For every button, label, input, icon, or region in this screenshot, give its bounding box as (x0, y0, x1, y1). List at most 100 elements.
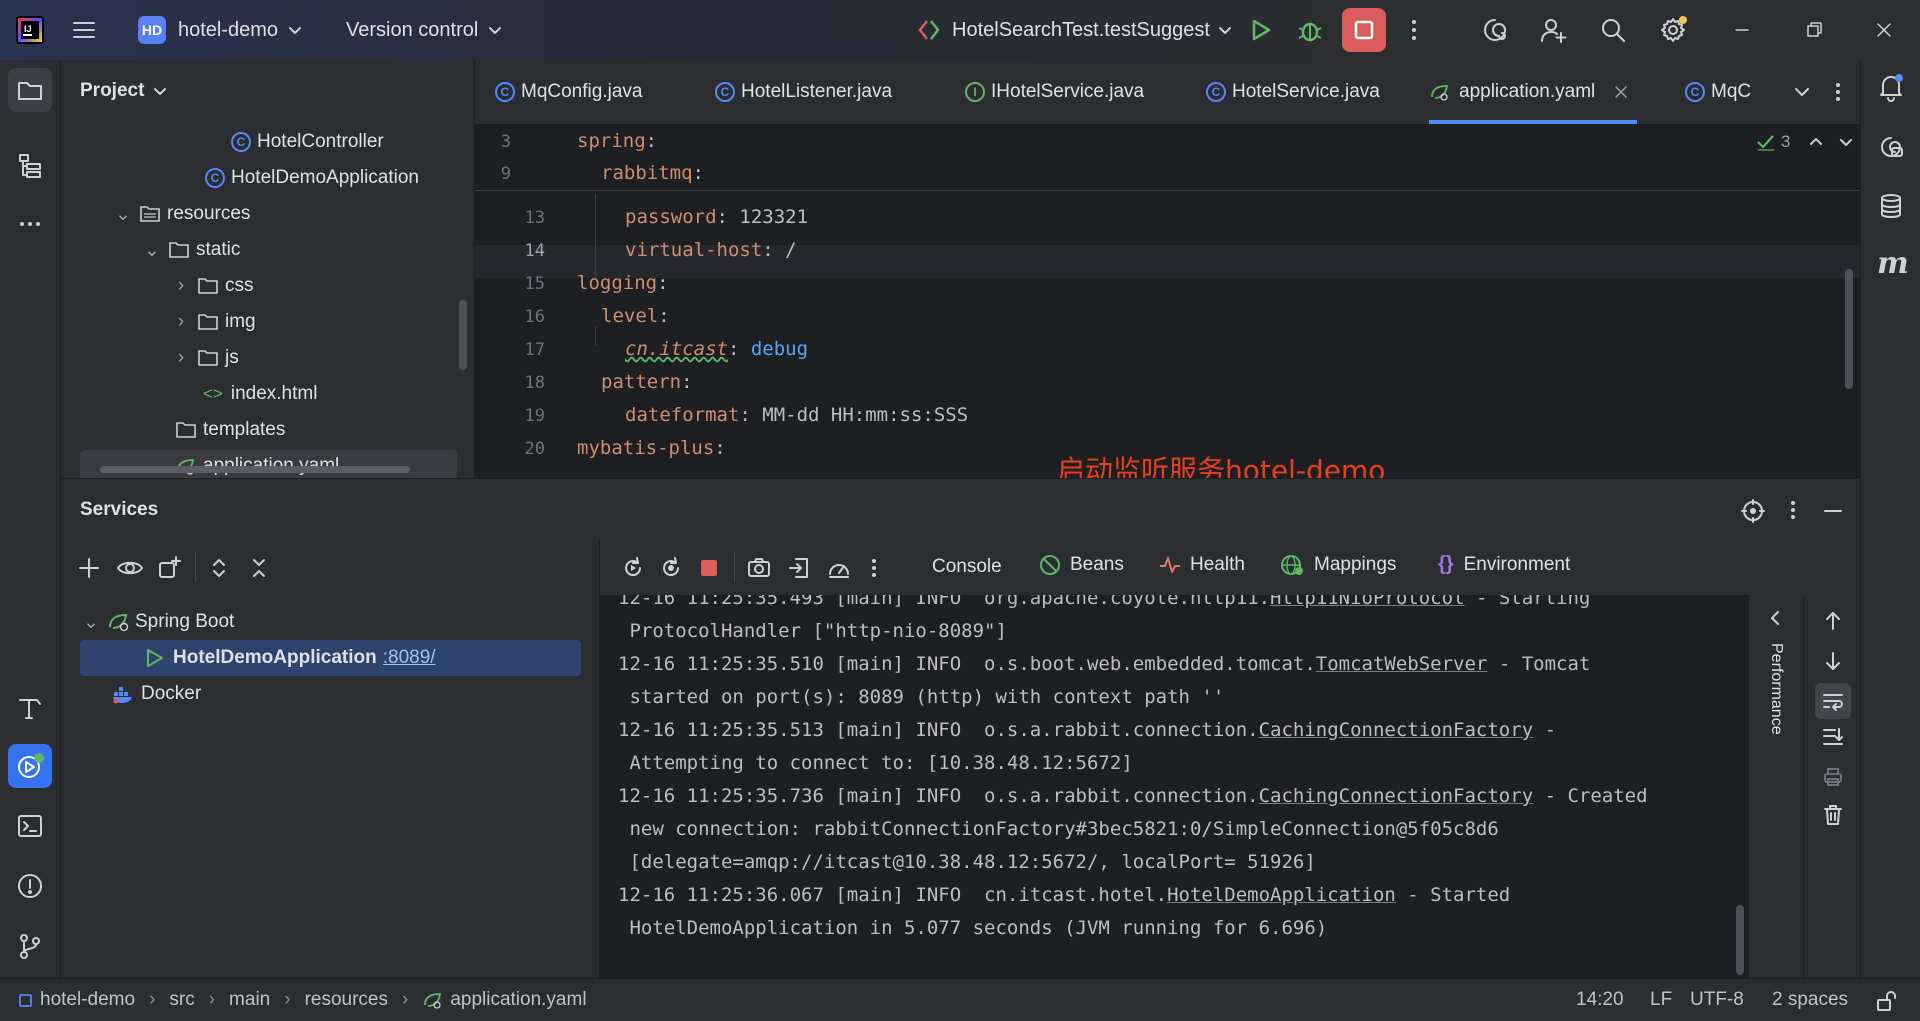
tree-item[interactable]: C HotelController (231, 124, 384, 160)
project-tool-button[interactable] (8, 68, 52, 112)
console-output[interactable]: 12-16 11:25:35.493 [main] INFO org.apach… (600, 595, 1748, 978)
problems-tool-button[interactable] (8, 864, 52, 908)
notifications-bell-icon[interactable] (1877, 72, 1905, 102)
more-actions-icon[interactable] (1783, 497, 1803, 523)
tree-item[interactable]: <> index.html (203, 376, 317, 412)
tree-item[interactable]: application.yaml (175, 448, 339, 478)
main-menu-icon[interactable] (70, 10, 98, 50)
breadcrumb-item[interactable]: main (229, 989, 270, 1011)
tree-item[interactable]: › css (171, 268, 254, 304)
project-switcher[interactable]: HD hotel-demo (138, 10, 306, 50)
print-icon[interactable] (1821, 765, 1845, 789)
git-tool-button[interactable] (8, 924, 52, 968)
terminal-tool-button[interactable] (8, 804, 52, 848)
maven-icon[interactable]: m (1877, 246, 1909, 281)
tree-item[interactable]: ⌄ static (142, 232, 240, 268)
service-item-hoteldemoapplication[interactable]: HotelDemoApplication :8089/ (143, 640, 436, 676)
rerun-icon[interactable] (620, 555, 646, 581)
tree-item[interactable]: templates (175, 412, 285, 448)
more-actions-icon[interactable] (1827, 79, 1849, 105)
service-port-link[interactable]: :8089/ (383, 647, 436, 669)
file-encoding[interactable]: UTF-8 (1690, 989, 1744, 1011)
close-window-icon[interactable] (1872, 10, 1896, 50)
new-group-icon[interactable] (156, 555, 182, 581)
cursor-position[interactable]: 14:20 (1576, 989, 1624, 1011)
inspections-widget[interactable]: 3 (1755, 132, 1856, 152)
chevron-down-icon[interactable] (1791, 81, 1813, 103)
stop-icon[interactable] (698, 557, 720, 579)
debug-button[interactable] (1296, 10, 1324, 50)
gauge-icon[interactable] (826, 555, 852, 581)
minimize-window-icon[interactable] (1730, 10, 1754, 50)
more-tools-icon[interactable] (8, 202, 52, 246)
tab-mqc[interactable]: C MqC (1685, 60, 1751, 124)
arrow-up-icon[interactable] (1821, 609, 1845, 633)
ai-assistant-icon[interactable] (1480, 10, 1510, 50)
app-logo-icon[interactable]: IJ (12, 10, 48, 50)
soft-wrap-button[interactable] (1815, 683, 1851, 719)
unlock-icon[interactable] (1874, 989, 1898, 1013)
code-editor[interactable]: 13 password: 123321 14 virtual-host: / 1… (475, 124, 1860, 478)
breadcrumb-item[interactable]: hotel-demo (40, 989, 135, 1011)
chevron-right-icon[interactable]: › (171, 347, 191, 369)
chevron-down-icon[interactable]: ⌄ (81, 611, 101, 634)
tab-console[interactable]: Console (932, 556, 1002, 578)
version-control-menu[interactable]: Version control (346, 10, 506, 50)
tab-hotellistener[interactable]: C HotelListener.java (715, 60, 892, 124)
editor-scrollbar[interactable] (1845, 269, 1853, 389)
breadcrumb-item[interactable]: application.yaml (450, 989, 586, 1011)
restart-icon[interactable] (658, 555, 684, 581)
tab-ihotelservice[interactable]: I IHotelService.java (965, 60, 1144, 124)
line-separator[interactable]: LF (1650, 989, 1672, 1011)
tab-mqconfig[interactable]: C MqConfig.java (495, 60, 642, 124)
tab-beans[interactable]: Beans (1038, 553, 1124, 577)
tab-mappings[interactable]: Mappings (1280, 553, 1396, 577)
database-icon[interactable] (1877, 192, 1905, 220)
arrow-down-icon[interactable] (1821, 649, 1845, 673)
expand-all-icon[interactable] (206, 555, 232, 581)
project-panel-header[interactable]: Project (80, 80, 170, 102)
tree-item[interactable]: ⌄ resources (113, 196, 250, 232)
sticky-scroll-header[interactable]: 3 spring: 9 rabbitmq: 3 (475, 124, 1860, 191)
chevron-down-icon[interactable]: ⌄ (142, 239, 162, 262)
tab-health[interactable]: Health (1158, 553, 1245, 577)
vertical-scrollbar[interactable] (459, 300, 467, 370)
docker-node[interactable]: Docker (111, 676, 201, 712)
more-actions-icon[interactable] (864, 555, 884, 581)
chevron-down-icon[interactable]: ⌄ (113, 203, 133, 226)
chevron-right-icon[interactable]: › (171, 311, 191, 333)
add-service-icon[interactable] (76, 555, 102, 581)
horizontal-scrollbar[interactable] (100, 466, 410, 473)
eye-icon[interactable] (116, 555, 144, 581)
crosshair-icon[interactable] (1741, 499, 1765, 523)
build-tool-button[interactable] (8, 686, 52, 730)
breadcrumb-item[interactable]: resources (305, 989, 388, 1011)
run-button[interactable] (1246, 10, 1274, 50)
code-with-me-icon[interactable] (1538, 10, 1568, 50)
collapse-all-icon[interactable] (246, 555, 272, 581)
performance-strip[interactable]: Performance (1749, 595, 1804, 978)
services-tool-button[interactable] (8, 744, 52, 788)
settings-gear-icon[interactable] (1658, 10, 1688, 50)
tab-application-yaml[interactable]: application.yaml (1429, 60, 1638, 124)
tree-item[interactable]: › js (171, 340, 239, 376)
tab-hotelservice[interactable]: C HotelService.java (1206, 60, 1380, 124)
chevron-right-icon[interactable]: › (171, 275, 191, 297)
tab-environment[interactable]: {} Environment (1438, 553, 1570, 576)
console-scrollbar[interactable] (1736, 905, 1744, 975)
more-actions-icon[interactable] (1402, 10, 1426, 50)
camera-icon[interactable] (746, 555, 772, 581)
tree-item[interactable]: › img (171, 304, 256, 340)
run-config-selector[interactable]: HotelSearchTest.testSuggest (916, 10, 1236, 50)
indent-setting[interactable]: 2 spaces (1772, 989, 1848, 1011)
restore-window-icon[interactable] (1802, 10, 1826, 50)
login-icon[interactable] (786, 555, 812, 581)
search-icon[interactable] (1598, 10, 1628, 50)
trash-icon[interactable] (1821, 803, 1845, 827)
structure-tool-button[interactable] (8, 144, 52, 188)
tree-item[interactable]: C HotelDemoApplication (205, 160, 419, 196)
spring-boot-node[interactable]: ⌄ Spring Boot (81, 604, 234, 640)
stop-button[interactable] (1342, 8, 1386, 52)
scroll-to-end-icon[interactable] (1821, 725, 1845, 749)
minimize-panel-icon[interactable] (1821, 499, 1845, 523)
